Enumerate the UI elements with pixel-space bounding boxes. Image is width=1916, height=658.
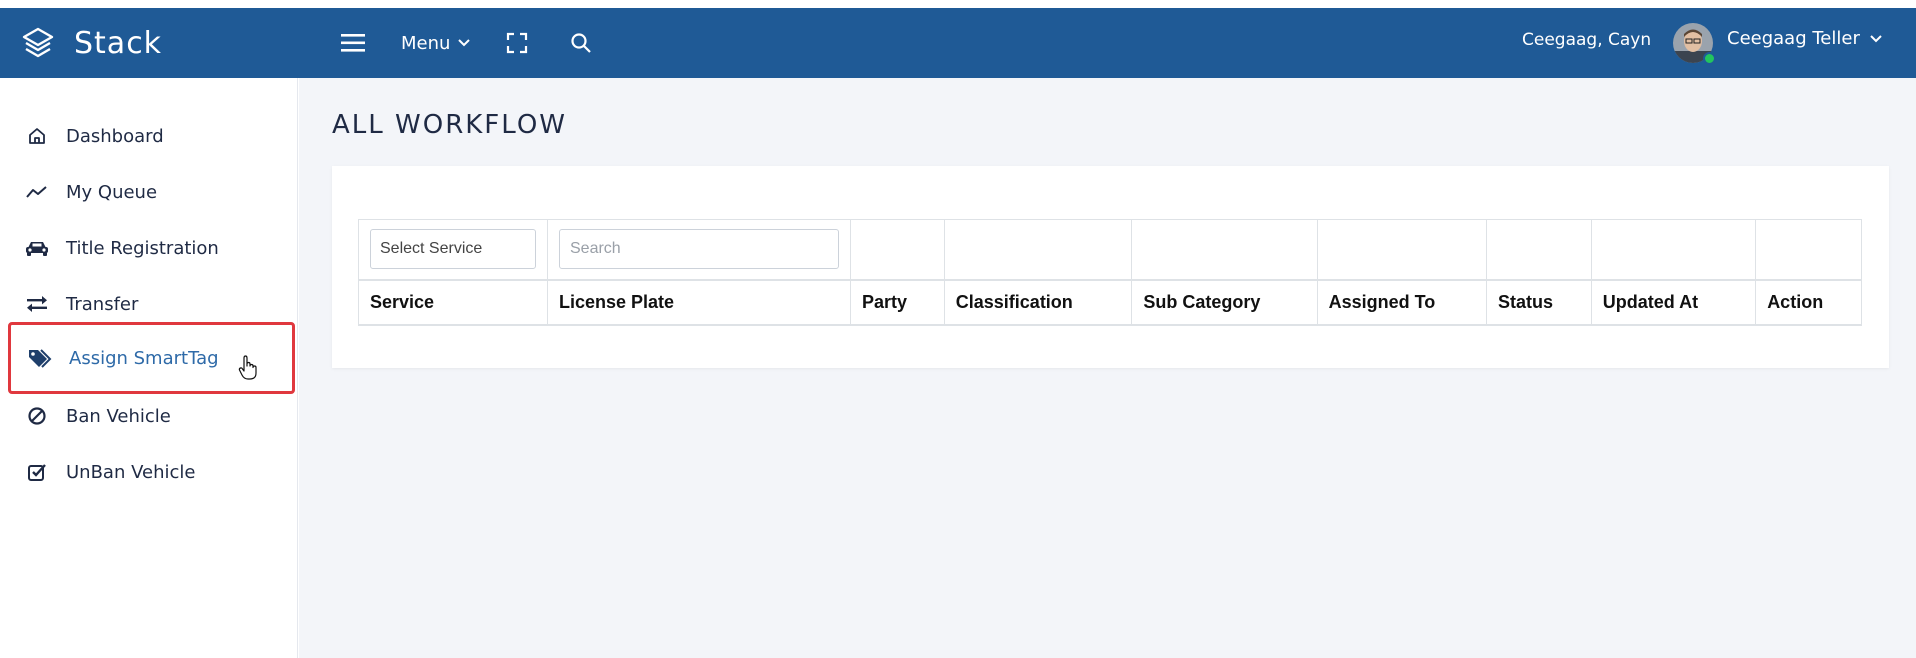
column-header-license-plate[interactable]: License Plate [547, 278, 851, 326]
sidebar-item-unban-vehicle[interactable]: UnBan Vehicle [8, 444, 295, 500]
hamburger-menu-icon[interactable] [340, 30, 366, 56]
sidebar-item-label: UnBan Vehicle [66, 461, 196, 483]
online-status-indicator [1703, 52, 1716, 65]
main-content [299, 78, 1916, 658]
trend-line-icon [24, 181, 50, 203]
fullscreen-icon[interactable] [506, 32, 528, 54]
sidebar-item-label: Assign SmartTag [69, 347, 219, 369]
brand-name: Stack [74, 25, 163, 61]
ban-icon [24, 405, 50, 427]
window-top-strip [0, 0, 1916, 8]
sidebar-item-ban-vehicle[interactable]: Ban Vehicle [8, 388, 295, 444]
tags-icon [27, 347, 53, 369]
top-navbar: Stack Menu Ceegaag, Cayn Ceegaag Teller [0, 8, 1916, 78]
chevron-down-icon [1870, 34, 1882, 43]
avatar[interactable] [1673, 23, 1716, 65]
column-header-status[interactable]: Status [1486, 278, 1592, 326]
menu-label: Menu [401, 32, 451, 54]
page-title: ALL WORKFLOW [332, 110, 567, 140]
car-icon [24, 237, 50, 259]
menu-dropdown[interactable]: Menu [401, 28, 471, 58]
hand-cursor-icon [238, 355, 258, 381]
sidebar-item-my-queue[interactable]: My Queue [8, 164, 295, 220]
filter-row: Select Service [358, 219, 1862, 280]
workflow-table: Select Service Service License Plate Par… [358, 219, 1862, 326]
chevron-down-icon [458, 39, 471, 47]
sidebar-item-label: Transfer [66, 293, 139, 315]
column-header-assigned-to[interactable]: Assigned To [1316, 278, 1488, 326]
column-header-classification[interactable]: Classification [943, 278, 1133, 326]
stack-logo-icon [20, 25, 56, 61]
column-header-sub-category[interactable]: Sub Category [1131, 278, 1318, 326]
service-select[interactable]: Select Service [370, 229, 536, 270]
exchange-arrows-icon [24, 293, 50, 315]
brand[interactable]: Stack [0, 8, 298, 78]
sidebar-item-dashboard[interactable]: Dashboard [8, 108, 295, 164]
column-header-updated-at[interactable]: Updated At [1590, 278, 1757, 326]
sidebar-item-label: My Queue [66, 181, 158, 203]
home-icon [24, 125, 50, 147]
column-header-action: Action [1755, 278, 1862, 326]
sidebar-item-label: Title Registration [66, 237, 219, 259]
search-icon[interactable] [570, 32, 592, 54]
check-square-icon [24, 461, 50, 483]
sidebar-item-label: Ban Vehicle [66, 405, 171, 427]
profile-name: Ceegaag Teller [1727, 28, 1860, 49]
profile-dropdown[interactable]: Ceegaag Teller [1727, 28, 1882, 49]
sidebar-item-label: Dashboard [66, 125, 164, 147]
column-header-party[interactable]: Party [850, 278, 945, 326]
sidebar-item-title-registration[interactable]: Title Registration [8, 220, 295, 276]
table-header-row: Service License Plate Party Classificati… [358, 278, 1862, 326]
search-input[interactable] [559, 229, 839, 270]
header-user-name: Ceegaag, Cayn [1522, 30, 1652, 50]
column-header-service[interactable]: Service [358, 278, 548, 326]
